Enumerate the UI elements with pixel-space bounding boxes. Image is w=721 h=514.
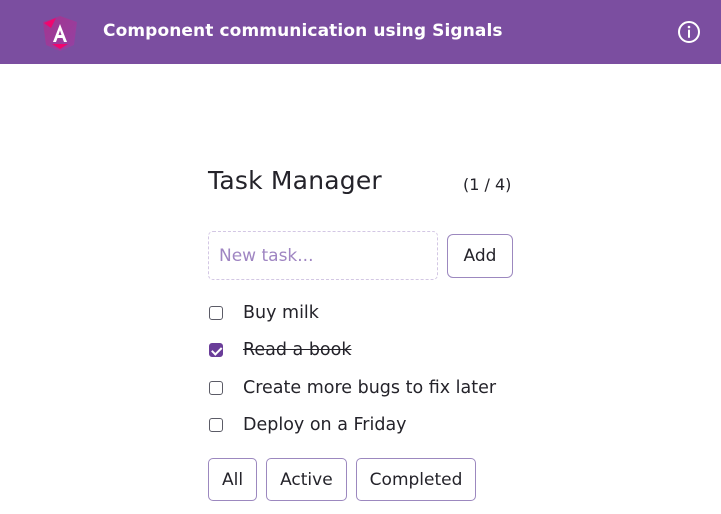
filter-active-button[interactable]: Active	[266, 458, 347, 501]
task-checkbox[interactable]	[209, 343, 223, 358]
task-item: Read a book	[208, 332, 496, 370]
task-item: Deploy on a Friday	[208, 407, 496, 445]
page-title: Task Manager	[208, 166, 382, 195]
task-label: Buy milk	[243, 302, 319, 323]
filter-completed-button[interactable]: Completed	[355, 458, 477, 501]
new-task-input[interactable]	[208, 231, 438, 280]
task-label: Deploy on a Friday	[243, 415, 407, 436]
filter-bar: All Active Completed	[208, 458, 485, 501]
task-item: Create more bugs to fix later	[208, 369, 496, 407]
add-task-button[interactable]: Add	[447, 234, 513, 278]
app-header: Component communication using Signals	[0, 0, 721, 64]
info-circle-icon[interactable]	[677, 20, 701, 44]
app-title: Component communication using Signals	[103, 21, 503, 41]
task-checkbox[interactable]	[209, 305, 223, 320]
angular-logo-icon	[40, 14, 80, 52]
filter-all-button[interactable]: All	[208, 458, 258, 501]
task-counter: (1 / 4)	[463, 175, 512, 194]
task-checkbox[interactable]	[209, 380, 223, 395]
task-item: Buy milk	[208, 294, 496, 332]
task-list: Buy milk Read a book Create more bugs to…	[208, 294, 496, 444]
task-checkbox[interactable]	[209, 418, 223, 433]
task-label: Create more bugs to fix later	[243, 377, 497, 398]
task-label: Read a book	[243, 340, 352, 361]
